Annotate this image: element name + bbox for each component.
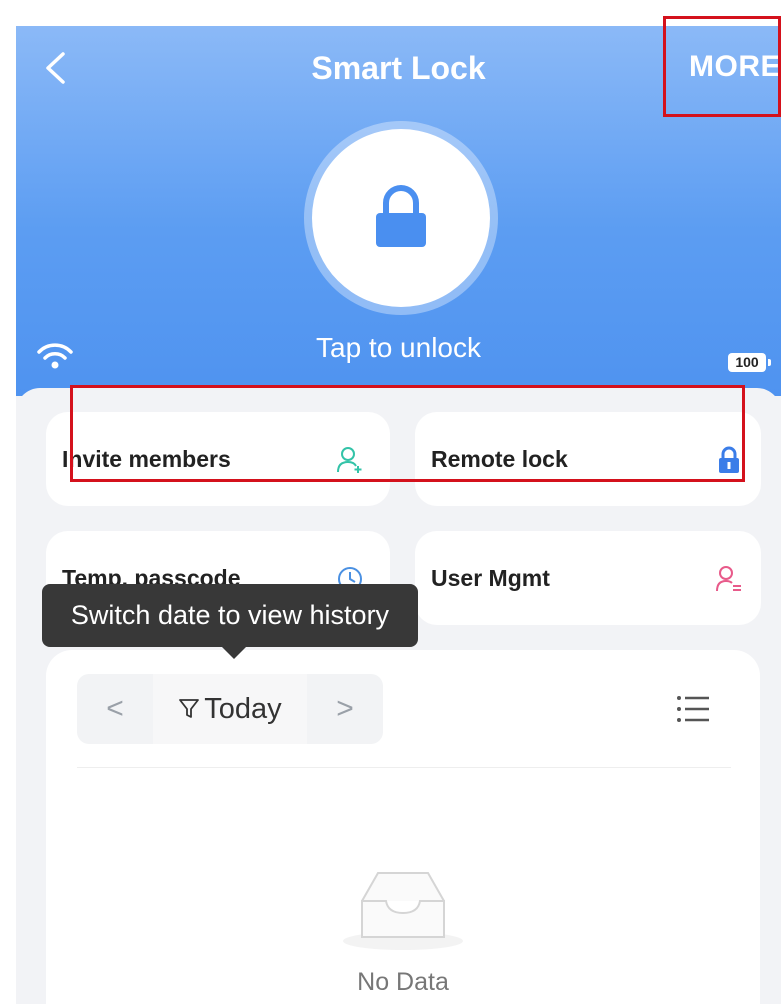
empty-inbox-icon [343, 872, 463, 950]
unlock-button[interactable] [312, 129, 490, 307]
divider [77, 767, 731, 768]
highlight-box-more [663, 16, 781, 117]
date-label: Today [204, 693, 282, 725]
list-view-icon[interactable] [676, 694, 710, 724]
next-date-button[interactable]: > [307, 674, 383, 744]
wifi-icon [37, 343, 73, 369]
highlight-box-actions [70, 385, 745, 482]
filter-icon [179, 699, 200, 718]
previous-date-button[interactable]: < [77, 674, 153, 744]
user-mgmt-card[interactable]: User Mgmt [415, 531, 761, 625]
tooltip: Switch date to view history [42, 584, 418, 659]
lock-status-text: Tap to unlock [316, 332, 481, 363]
app-screen: Smart Lock MORE Tap to unlock 100 Invite… [16, 26, 781, 1004]
date-switcher: < Today > [77, 674, 383, 744]
padlock-icon [376, 185, 426, 247]
user-list-icon [716, 566, 741, 592]
user-mgmt-label: User Mgmt [431, 565, 550, 591]
empty-state-text: No Data [357, 968, 449, 996]
date-filter-button[interactable]: Today [153, 674, 307, 744]
history-panel: < Today > No Data [46, 650, 760, 1004]
battery-indicator: 100 [728, 353, 771, 372]
